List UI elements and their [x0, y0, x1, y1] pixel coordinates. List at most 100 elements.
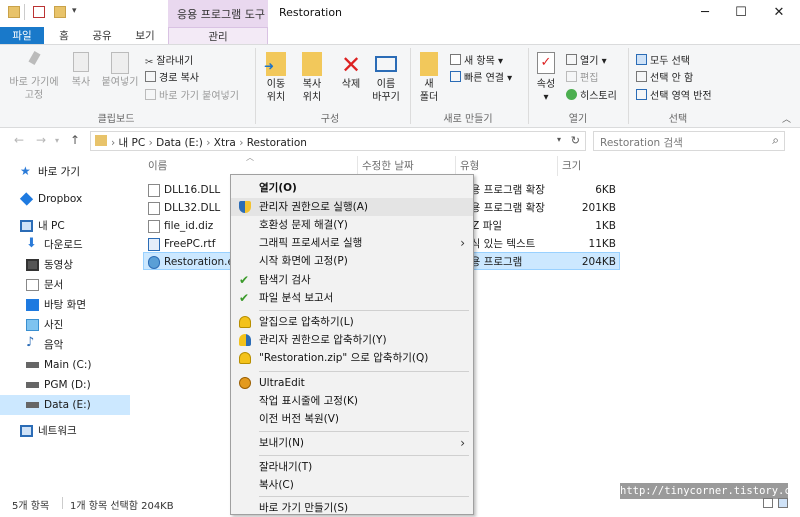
edit-button[interactable]: 편집 — [566, 69, 598, 84]
video-icon — [26, 259, 39, 271]
sidebar-item-drive-e[interactable]: Data (E:) — [0, 395, 130, 415]
paste-shortcut-button[interactable]: 바로 가기 붙여넣기 — [145, 87, 239, 102]
sidebar-item-network[interactable]: 네트워크 — [0, 421, 130, 441]
sidebar-item-documents[interactable]: 문서 — [0, 275, 130, 295]
context-tab-group-label: 응용 프로그램 도구 — [177, 8, 265, 21]
pc-icon — [20, 220, 33, 232]
menu-item-pin-taskbar[interactable]: 작업 표시줄에 고정(K) — [231, 392, 473, 410]
submenu-arrow-icon: › — [460, 236, 465, 250]
maximize-button[interactable]: ☐ — [724, 0, 758, 27]
quick-access-dropdown-icon[interactable]: ▾ — [72, 6, 77, 16]
back-arrow-icon[interactable]: ← — [14, 133, 24, 147]
alzip-icon — [239, 352, 251, 364]
menu-item-run-with-gpu[interactable]: 그래픽 프로세서로 실행 › — [231, 234, 473, 252]
drive-icon — [26, 402, 39, 408]
tab-home[interactable]: 홈 — [50, 27, 78, 44]
column-header-date[interactable]: 수정한 날짜 — [362, 158, 414, 173]
column-header-type[interactable]: 유형 — [460, 158, 479, 173]
file-size: 204KB — [581, 256, 616, 268]
details-view-icon[interactable] — [763, 498, 773, 508]
copy-path-label: 경로 복사 — [159, 73, 199, 84]
menu-item-troubleshoot[interactable]: 호환성 문제 해결(Y) — [231, 216, 473, 234]
new-folder-quick-icon[interactable] — [54, 6, 66, 18]
cut-button[interactable]: ✂ 잘라내기 — [145, 52, 193, 68]
breadcrumb-item[interactable]: 내 PC — [119, 137, 146, 149]
picture-icon — [26, 319, 39, 331]
pin-quick-access-button[interactable]: 바로 가기에 고정 — [4, 51, 64, 102]
sidebar-item-drive-c[interactable]: Main (C:) — [0, 355, 130, 375]
menu-item-zip-to[interactable]: "Restoration.zip" 으로 압축하기(Q) — [231, 349, 473, 367]
sidebar-item-videos[interactable]: 동영상 — [0, 255, 130, 275]
easy-access-button[interactable]: 빠른 연결 ▾ — [450, 69, 512, 84]
collapse-ribbon-icon[interactable]: ︿ — [782, 112, 791, 125]
ribbon-tab-strip — [0, 27, 800, 44]
move-to-button[interactable]: ➜ 이동 위치 — [258, 52, 294, 104]
history-button[interactable]: 히스토리 — [566, 87, 617, 102]
copy-to-button[interactable]: 복사 위치 — [294, 52, 330, 104]
sidebar-item-drive-d[interactable]: PGM (D:) — [0, 375, 130, 395]
column-header-size[interactable]: 크기 — [562, 158, 581, 173]
column-divider[interactable] — [455, 156, 456, 176]
sidebar-item-music[interactable]: ♪ 음악 — [0, 335, 130, 355]
tab-share[interactable]: 공유 — [84, 27, 120, 44]
menu-item-pin-start[interactable]: 시작 화면에 고정(P) — [231, 252, 473, 270]
recent-dropdown-icon[interactable]: ▾ — [55, 136, 59, 145]
menu-item-analysis-report[interactable]: ✔ 파일 분석 보고서 — [231, 289, 473, 307]
search-input[interactable]: Restoration 검색 ⌕ — [593, 131, 785, 151]
new-item-button[interactable]: 새 항목 ▾ — [450, 52, 503, 67]
rename-button[interactable]: 이름 바꾸기 — [368, 52, 404, 104]
sidebar-item-dropbox[interactable]: Dropbox — [0, 189, 130, 209]
minimize-button[interactable]: ─ — [688, 0, 722, 27]
column-divider[interactable] — [357, 156, 358, 176]
menu-item-alzip-admin[interactable]: 관리자 권한으로 압축하기(Y) — [231, 331, 473, 349]
sidebar-item-downloads[interactable]: ⬇ 다운로드 — [0, 235, 130, 255]
column-header-name[interactable]: 이름 — [148, 158, 167, 173]
address-bar[interactable]: › 내 PC › Data (E:) › Xtra › Restoration … — [90, 131, 586, 151]
properties-check-icon[interactable] — [33, 6, 45, 18]
search-icon[interactable]: ⌕ — [772, 133, 779, 148]
dropbox-icon — [19, 192, 34, 206]
menu-item-run-as-admin[interactable]: 관리자 권한으로 실행(A) — [231, 198, 473, 216]
paste-button[interactable]: 붙여넣기 — [98, 52, 142, 89]
breadcrumb-item[interactable]: Xtra — [214, 137, 236, 149]
menu-item-send-to[interactable]: 보내기(N) › — [231, 434, 473, 452]
title-bar — [0, 0, 800, 27]
menu-item-open[interactable]: 열기(O) — [231, 179, 473, 197]
delete-button[interactable]: ✕ 삭제 — [336, 52, 366, 91]
select-all-button[interactable]: 모두 선택 — [636, 52, 690, 67]
invert-selection-button[interactable]: 선택 영역 반전 — [636, 87, 712, 102]
tab-manage[interactable]: 관리 — [168, 27, 268, 44]
sidebar-item-this-pc[interactable]: 내 PC — [0, 216, 130, 236]
open-button[interactable]: 열기 ▾ — [566, 52, 607, 67]
breadcrumb-item[interactable]: Restoration — [247, 137, 307, 149]
menu-item-alzip[interactable]: 알집으로 압축하기(L) — [231, 313, 473, 331]
menu-item-restore-versions[interactable]: 이전 버전 복원(V) — [231, 410, 473, 428]
new-folder-button[interactable]: 새 폴더 — [414, 52, 444, 104]
sidebar-item-desktop[interactable]: 바탕 화면 — [0, 295, 130, 315]
copy-path-button[interactable]: 경로 복사 — [145, 69, 199, 84]
menu-item-cut[interactable]: 잘라내기(T) — [231, 458, 473, 476]
sidebar-item-quick-access[interactable]: ★ 바로 가기 — [0, 162, 130, 182]
up-arrow-icon[interactable]: ↑ — [70, 133, 80, 147]
column-divider[interactable] — [557, 156, 558, 176]
tab-view[interactable]: 보기 — [126, 27, 164, 44]
forward-arrow-icon[interactable]: → — [36, 133, 46, 147]
select-none-button[interactable]: 선택 안 함 — [636, 69, 693, 84]
properties-button[interactable]: ✓ 속성 ▾ — [532, 52, 560, 104]
menu-item-label: 파일 분석 보고서 — [259, 292, 334, 304]
sidebar-item-pictures[interactable]: 사진 — [0, 315, 130, 335]
copy-button[interactable]: 복사 — [66, 52, 96, 89]
breadcrumb-item[interactable]: Data (E:) — [156, 137, 203, 149]
menu-item-scan[interactable]: ✔ 탐색기 검사 — [231, 271, 473, 289]
menu-item-create-shortcut[interactable]: 바로 가기 만들기(S) — [231, 499, 473, 517]
large-icons-view-icon[interactable] — [778, 498, 788, 508]
close-button[interactable]: ✕ — [762, 0, 796, 27]
delete-x-icon: ✕ — [340, 51, 362, 79]
refresh-icon[interactable]: ↻ — [571, 134, 580, 147]
address-dropdown-icon[interactable]: ▾ — [557, 135, 561, 144]
copy-folder-icon — [302, 52, 322, 76]
menu-item-ultraedit[interactable]: UltraEdit — [231, 374, 473, 392]
menu-item-copy[interactable]: 복사(C) — [231, 476, 473, 494]
invert-selection-icon — [636, 89, 647, 100]
tab-file[interactable]: 파일 — [0, 27, 44, 44]
